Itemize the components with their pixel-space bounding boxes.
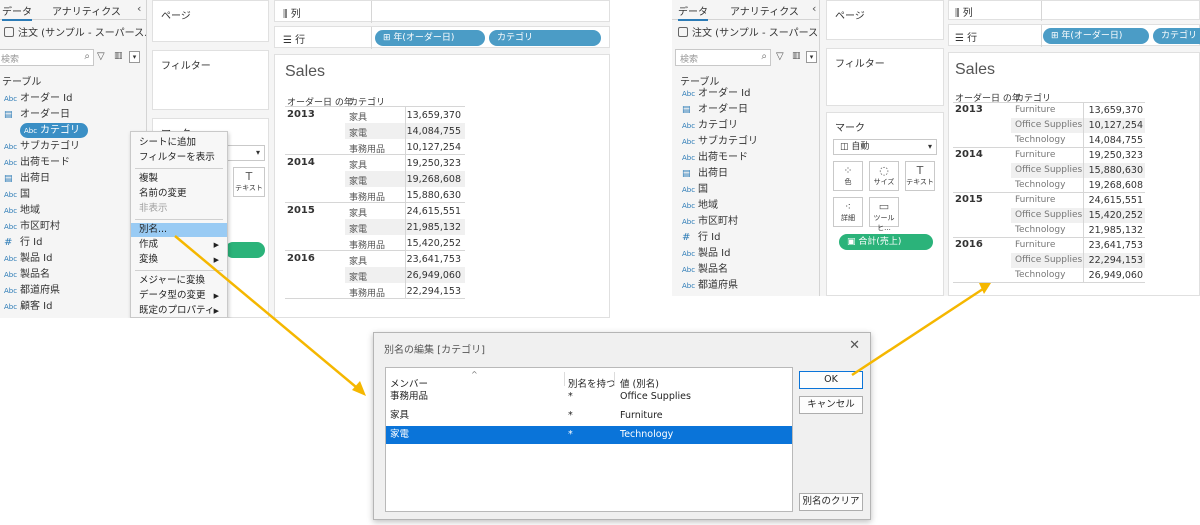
- arrow-to-dialog: [174, 235, 363, 393]
- annotation-arrows: [174, 235, 991, 396]
- arrow-to-result: [851, 285, 987, 377]
- arrow-head: [352, 381, 366, 396]
- arrow-head: [979, 283, 991, 294]
